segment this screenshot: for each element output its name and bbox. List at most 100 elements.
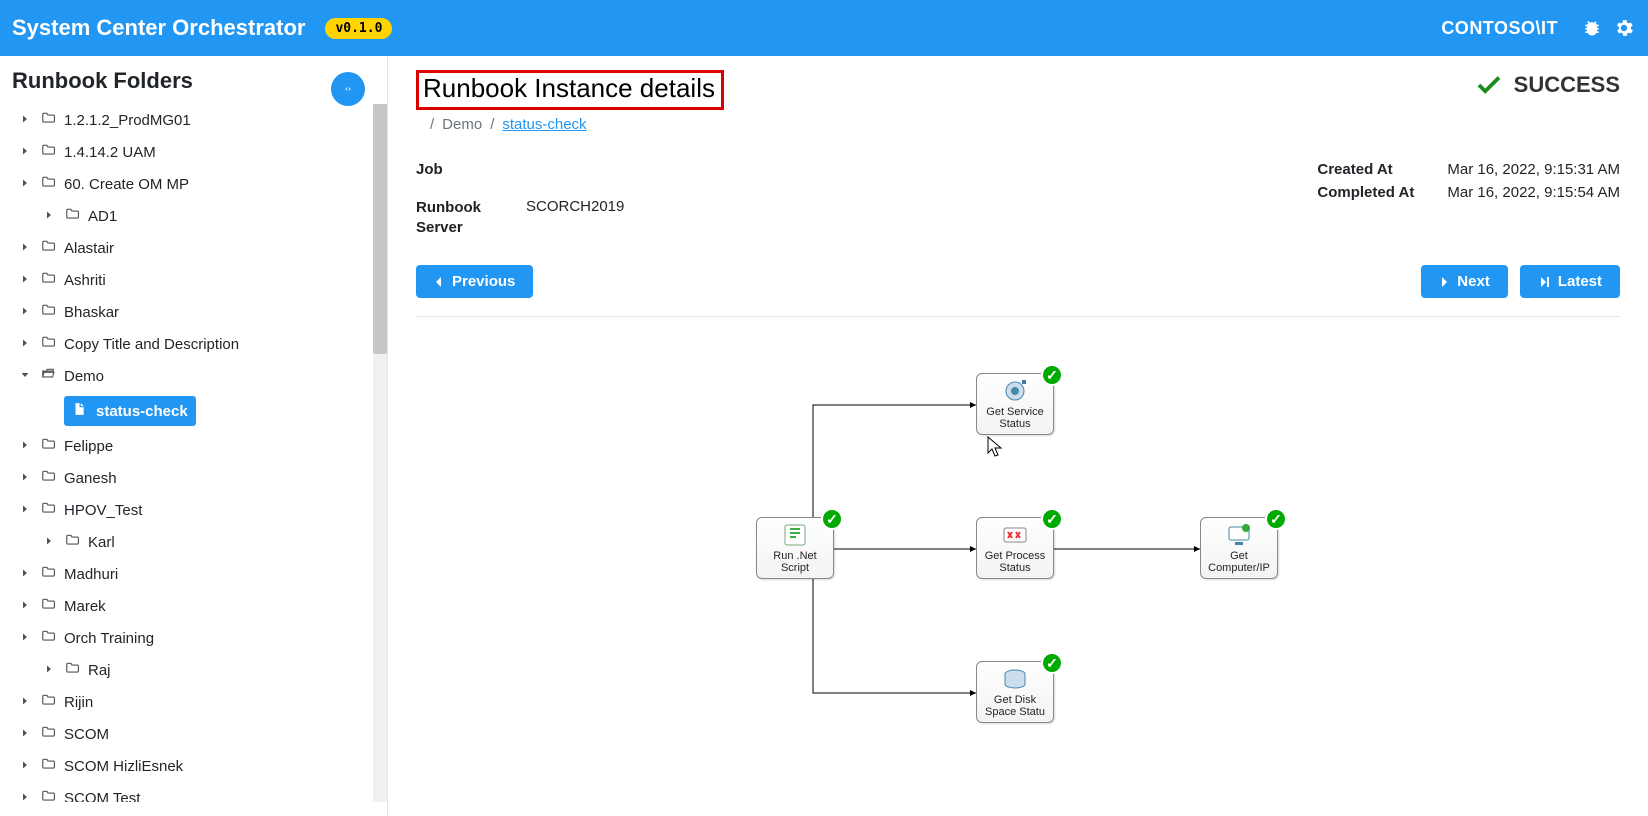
sidebar-folder-item[interactable]: Bhaskar bbox=[12, 296, 387, 328]
folder-icon bbox=[40, 565, 58, 583]
sidebar-folder-item[interactable]: Marek bbox=[12, 590, 387, 622]
sidebar-folder-item[interactable]: Karl bbox=[12, 526, 387, 558]
folder-icon bbox=[40, 335, 58, 353]
created-label: Created At bbox=[1317, 161, 1447, 178]
chevron-icon[interactable] bbox=[16, 502, 34, 519]
chevron-icon[interactable] bbox=[40, 662, 58, 679]
folder-icon bbox=[40, 437, 58, 455]
node-label: Get Process Status bbox=[979, 550, 1051, 574]
folder-icon bbox=[64, 661, 82, 679]
sidebar-folder-item[interactable]: SCOM HizliEsnek bbox=[12, 750, 387, 782]
latest-icon bbox=[1538, 277, 1550, 287]
app-title: System Center Orchestrator bbox=[12, 15, 305, 41]
chevron-icon[interactable] bbox=[16, 112, 34, 129]
node-label: Get Service Status bbox=[979, 406, 1051, 430]
folder-icon bbox=[40, 367, 58, 385]
workflow-diagram: ✓Run .Net Script✓Get Service Status✓Get … bbox=[416, 337, 1620, 777]
diagram-node-proc[interactable]: ✓Get Process Status bbox=[976, 517, 1054, 579]
folder-icon bbox=[40, 469, 58, 487]
activity-icon bbox=[759, 522, 831, 548]
chevron-icon[interactable] bbox=[40, 208, 58, 225]
chevron-icon[interactable] bbox=[16, 336, 34, 353]
sidebar-scrollbar[interactable] bbox=[373, 104, 387, 802]
check-icon bbox=[1474, 70, 1504, 100]
sidebar-folder-item[interactable]: Ganesh bbox=[12, 462, 387, 494]
sidebar-folder-item[interactable]: 60. Create OM MP bbox=[12, 168, 387, 200]
sidebar-folder-item[interactable]: Raj bbox=[12, 654, 387, 686]
sidebar-folder-item[interactable]: HPOV_Test bbox=[12, 494, 387, 526]
chevron-icon[interactable] bbox=[16, 790, 34, 803]
folder-icon bbox=[64, 533, 82, 551]
sidebar-file-item[interactable]: status-check bbox=[12, 392, 387, 430]
chevron-icon[interactable] bbox=[16, 304, 34, 321]
folder-icon bbox=[40, 725, 58, 743]
next-button[interactable]: Next bbox=[1421, 265, 1508, 298]
nav-button-bar: Previous Next Latest bbox=[416, 265, 1620, 317]
sidebar-folder-item[interactable]: Rijin bbox=[12, 686, 387, 718]
breadcrumb-root[interactable]: Demo bbox=[442, 116, 482, 133]
previous-button[interactable]: Previous bbox=[416, 265, 533, 298]
breadcrumb-leaf[interactable]: status-check bbox=[502, 116, 586, 133]
activity-icon bbox=[979, 378, 1051, 404]
sidebar-folder-item[interactable]: Ashriti bbox=[12, 264, 387, 296]
success-badge-icon: ✓ bbox=[1041, 652, 1063, 674]
sidebar-folder-item[interactable]: 1.4.14.2 UAM bbox=[12, 136, 387, 168]
sidebar: Runbook Folders 1.2.1.2_ProdMG011.4.14.2… bbox=[0, 56, 388, 816]
diagram-node-disk[interactable]: ✓Get Disk Space Statu bbox=[976, 661, 1054, 723]
chevron-icon[interactable] bbox=[16, 598, 34, 615]
completed-value: Mar 16, 2022, 9:15:54 AM bbox=[1447, 184, 1620, 201]
diagram-node-comp[interactable]: ✓Get Computer/IP bbox=[1200, 517, 1278, 579]
folder-icon bbox=[40, 597, 58, 615]
folder-tree: 1.2.1.2_ProdMG011.4.14.2 UAM60. Create O… bbox=[12, 104, 387, 802]
sidebar-folder-item[interactable]: SCOM bbox=[12, 718, 387, 750]
page-title: Runbook Instance details bbox=[423, 73, 715, 104]
chevron-icon[interactable] bbox=[16, 368, 34, 385]
chevron-icon[interactable] bbox=[16, 438, 34, 455]
chevron-icon[interactable] bbox=[16, 176, 34, 193]
chevron-icon[interactable] bbox=[16, 272, 34, 289]
sidebar-folder-item[interactable]: SCOM Test bbox=[12, 782, 387, 802]
folder-icon bbox=[40, 757, 58, 775]
diagram-node-run[interactable]: ✓Run .Net Script bbox=[756, 517, 834, 579]
collapse-sidebar-button[interactable] bbox=[331, 72, 365, 106]
folder-icon bbox=[40, 629, 58, 647]
top-bar: System Center Orchestrator v0.1.0 CONTOS… bbox=[0, 0, 1648, 56]
sidebar-folder-item[interactable]: Madhuri bbox=[12, 558, 387, 590]
sidebar-folder-item[interactable]: 1.2.1.2_ProdMG01 bbox=[12, 104, 387, 136]
chevron-icon[interactable] bbox=[16, 240, 34, 257]
sidebar-folder-item[interactable]: Copy Title and Description bbox=[12, 328, 387, 360]
chevron-icon[interactable] bbox=[16, 694, 34, 711]
main-content: Runbook Instance details / Demo / status… bbox=[388, 56, 1648, 816]
mouse-cursor-icon bbox=[987, 436, 1003, 458]
latest-button[interactable]: Latest bbox=[1520, 265, 1620, 298]
node-label: Get Disk Space Statu bbox=[979, 694, 1051, 718]
chevron-icon[interactable] bbox=[16, 630, 34, 647]
sidebar-folder-item[interactable]: Orch Training bbox=[12, 622, 387, 654]
chevron-icon[interactable] bbox=[16, 470, 34, 487]
bug-icon[interactable] bbox=[1580, 16, 1604, 40]
file-icon bbox=[72, 401, 90, 421]
success-badge-icon: ✓ bbox=[821, 508, 843, 530]
chevron-icon[interactable] bbox=[16, 726, 34, 743]
next-icon bbox=[1439, 277, 1449, 287]
previous-icon bbox=[434, 277, 444, 287]
server-value: SCORCH2019 bbox=[526, 198, 624, 237]
chevron-icon[interactable] bbox=[16, 566, 34, 583]
activity-icon bbox=[979, 666, 1051, 692]
folder-icon bbox=[40, 143, 58, 161]
chevron-icon[interactable] bbox=[40, 534, 58, 551]
status-indicator: SUCCESS bbox=[1474, 70, 1620, 100]
diagram-node-svc[interactable]: ✓Get Service Status bbox=[976, 373, 1054, 435]
breadcrumb: / Demo / status-check bbox=[430, 116, 724, 133]
gear-icon[interactable] bbox=[1612, 16, 1636, 40]
chevron-icon[interactable] bbox=[16, 758, 34, 775]
version-badge: v0.1.0 bbox=[325, 18, 392, 39]
sidebar-folder-item[interactable]: Demo bbox=[12, 360, 387, 392]
chevron-icon[interactable] bbox=[16, 144, 34, 161]
success-badge-icon: ✓ bbox=[1041, 508, 1063, 530]
sidebar-folder-item[interactable]: Felippe bbox=[12, 430, 387, 462]
sidebar-scrollbar-thumb[interactable] bbox=[373, 104, 387, 354]
sidebar-folder-item[interactable]: Alastair bbox=[12, 232, 387, 264]
sidebar-folder-item[interactable]: AD1 bbox=[12, 200, 387, 232]
activity-icon bbox=[1203, 522, 1275, 548]
